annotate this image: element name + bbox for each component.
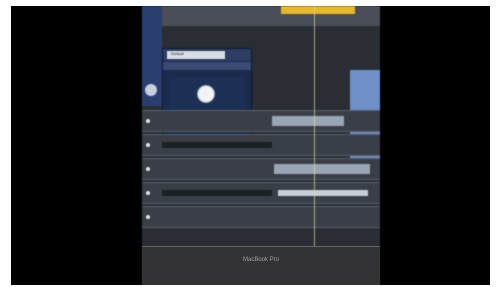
audio-clip[interactable] (162, 142, 272, 148)
preset-label: Default (171, 51, 184, 56)
laptop-screen: Default Gain (142, 6, 380, 285)
knob-icon[interactable] (145, 84, 157, 96)
keyboard-label: MacBook Pro (242, 257, 279, 263)
record-icon[interactable] (146, 119, 150, 123)
playhead-line[interactable] (314, 6, 315, 285)
audio-clip[interactable] (162, 190, 272, 196)
photo-frame: Default Gain (0, 0, 501, 287)
waveform-strip (278, 190, 368, 196)
plugin-toolbar (163, 62, 251, 70)
track-row[interactable] (142, 134, 380, 156)
track-row[interactable] (142, 206, 380, 228)
keyboard-area: MacBook Pro (142, 246, 380, 285)
selected-region[interactable] (281, 6, 355, 14)
record-icon[interactable] (146, 167, 150, 171)
track-row[interactable] (142, 182, 380, 204)
left-sidebar-strip[interactable] (142, 6, 162, 106)
record-icon[interactable] (146, 215, 150, 219)
track-row[interactable] (142, 110, 380, 132)
record-icon[interactable] (146, 143, 150, 147)
track-row[interactable] (142, 158, 380, 180)
record-icon[interactable] (146, 191, 150, 195)
audio-clip[interactable] (272, 116, 344, 126)
plugin-header: Default (163, 49, 251, 61)
video-frame: Default Gain (11, 6, 490, 285)
audio-clip[interactable] (274, 164, 370, 174)
gain-knob[interactable] (197, 85, 215, 103)
